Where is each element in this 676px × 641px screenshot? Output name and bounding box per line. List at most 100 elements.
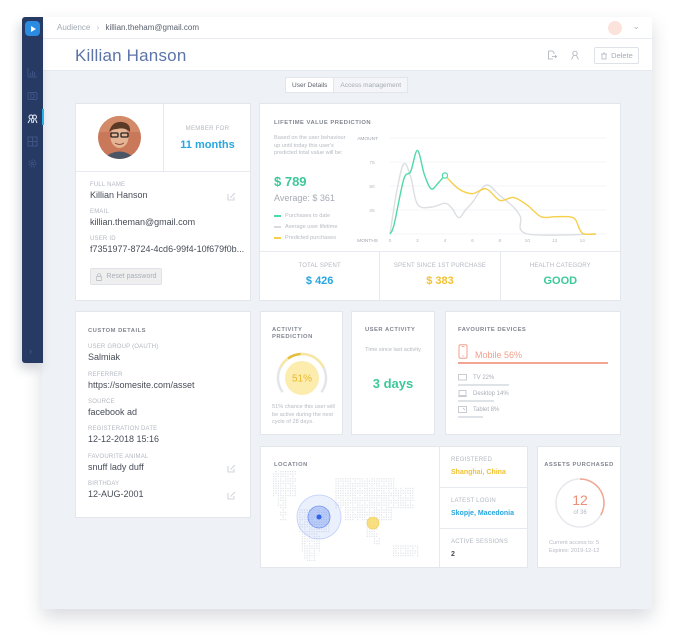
legend-swatch <box>274 226 281 228</box>
map-dot <box>280 471 282 473</box>
map-dot <box>287 471 289 473</box>
map-dot <box>381 516 383 518</box>
map-dot <box>345 480 347 482</box>
map-dot <box>395 490 397 492</box>
favourite-devices-card: FAVOURITE DEVICES Mobile 56% TV 22% Desk… <box>445 311 621 435</box>
reset-password-button[interactable]: Reset password <box>90 268 162 285</box>
breadcrumb-audience[interactable]: Audience <box>57 23 90 32</box>
tab-user-details[interactable]: User Details <box>285 77 335 93</box>
stat-value: $ 383 <box>426 275 454 287</box>
map-dot <box>388 504 390 506</box>
map-dot <box>369 495 371 497</box>
map-dot <box>342 483 344 485</box>
registered-location-marker[interactable] <box>366 516 380 530</box>
map-dot <box>412 555 414 557</box>
map-dot <box>385 485 387 487</box>
map-dot <box>285 514 287 516</box>
tab-bar: User Details Access management <box>285 77 409 93</box>
account-menu-chevron-icon[interactable]: ⌄ <box>632 21 640 32</box>
bar-chart-icon[interactable] <box>27 67 38 78</box>
map-dot <box>383 485 385 487</box>
map-dot <box>357 504 359 506</box>
map-dot <box>342 487 344 489</box>
map-dot <box>361 519 363 521</box>
map-dot <box>280 473 282 475</box>
map-dot <box>402 545 404 547</box>
grid-icon[interactable] <box>27 136 38 147</box>
map-dot <box>364 492 366 494</box>
map-dot <box>400 495 402 497</box>
map-dot <box>345 487 347 489</box>
current-point-marker[interactable] <box>441 172 449 179</box>
chevron-right-icon[interactable]: › <box>29 346 32 356</box>
map-dot <box>373 538 375 540</box>
map-dot <box>369 480 371 482</box>
map-dot <box>373 543 375 545</box>
map-dot <box>277 487 279 489</box>
map-dot <box>409 504 411 506</box>
map-dot <box>282 516 284 518</box>
map-dot <box>309 555 311 557</box>
map-dot <box>313 543 315 545</box>
map-dot <box>335 478 337 480</box>
gear-icon[interactable] <box>27 158 38 169</box>
tab-access-management[interactable]: Access management <box>334 77 409 93</box>
map-dot <box>342 478 344 480</box>
map-dot <box>361 490 363 492</box>
map-dot <box>280 497 282 499</box>
edit-favourite-animal-icon[interactable] <box>227 464 236 473</box>
legend-purchases: Purchases to date <box>274 213 330 219</box>
map-dot <box>407 487 409 489</box>
map-dot <box>359 516 361 518</box>
map-dot <box>316 543 318 545</box>
tablet-usage-bar <box>458 416 483 418</box>
edit-full-name-icon[interactable] <box>227 192 236 201</box>
account-avatar[interactable] <box>608 21 622 35</box>
map-dot <box>385 514 387 516</box>
map-dot <box>405 504 407 506</box>
map-dot <box>400 552 402 554</box>
map-dot <box>400 502 402 504</box>
map-dot <box>335 492 337 494</box>
map-dot <box>354 516 356 518</box>
latest-login-marker[interactable] <box>316 514 322 520</box>
map-dot <box>400 504 402 506</box>
favourite-animal-label: Favourite animal <box>88 454 149 460</box>
map-dot <box>383 509 385 511</box>
map-dot <box>376 504 378 506</box>
activity-prediction-card: ACTIVITY PREDICTION 51% 51% chance this … <box>260 311 343 435</box>
app-logo[interactable] <box>25 21 40 36</box>
map-dot <box>395 555 397 557</box>
map-dot <box>309 540 311 542</box>
map-dot <box>340 478 342 480</box>
map-dot <box>364 507 366 509</box>
map-dot <box>366 499 368 501</box>
map-dot <box>342 499 344 501</box>
map-dot <box>340 480 342 482</box>
map-dot <box>407 547 409 549</box>
ltv-average: Average: $ 361 <box>274 193 335 203</box>
map-dot <box>357 499 359 501</box>
users-icon[interactable] <box>27 113 38 124</box>
map-dot <box>412 490 414 492</box>
map-dot <box>383 502 385 504</box>
map-dot <box>292 478 294 480</box>
map-dot <box>345 514 347 516</box>
referrer-label: Referrer <box>88 372 123 378</box>
map-dot <box>352 485 354 487</box>
map-dot <box>378 478 380 480</box>
user-icon[interactable] <box>570 50 580 60</box>
map-dot <box>390 519 392 521</box>
email-value: killian.theman@gmail.com <box>90 217 196 227</box>
map-dot <box>366 535 368 537</box>
export-icon[interactable] <box>547 50 557 60</box>
map-dot <box>383 490 385 492</box>
map-dot <box>383 487 385 489</box>
map-dot <box>385 516 387 518</box>
camera-icon[interactable] <box>27 90 38 101</box>
map-dot <box>318 550 320 552</box>
map-dot <box>280 487 282 489</box>
edit-birthday-icon[interactable] <box>227 491 236 500</box>
map-dot <box>366 483 368 485</box>
delete-button[interactable]: Delete <box>594 47 639 64</box>
